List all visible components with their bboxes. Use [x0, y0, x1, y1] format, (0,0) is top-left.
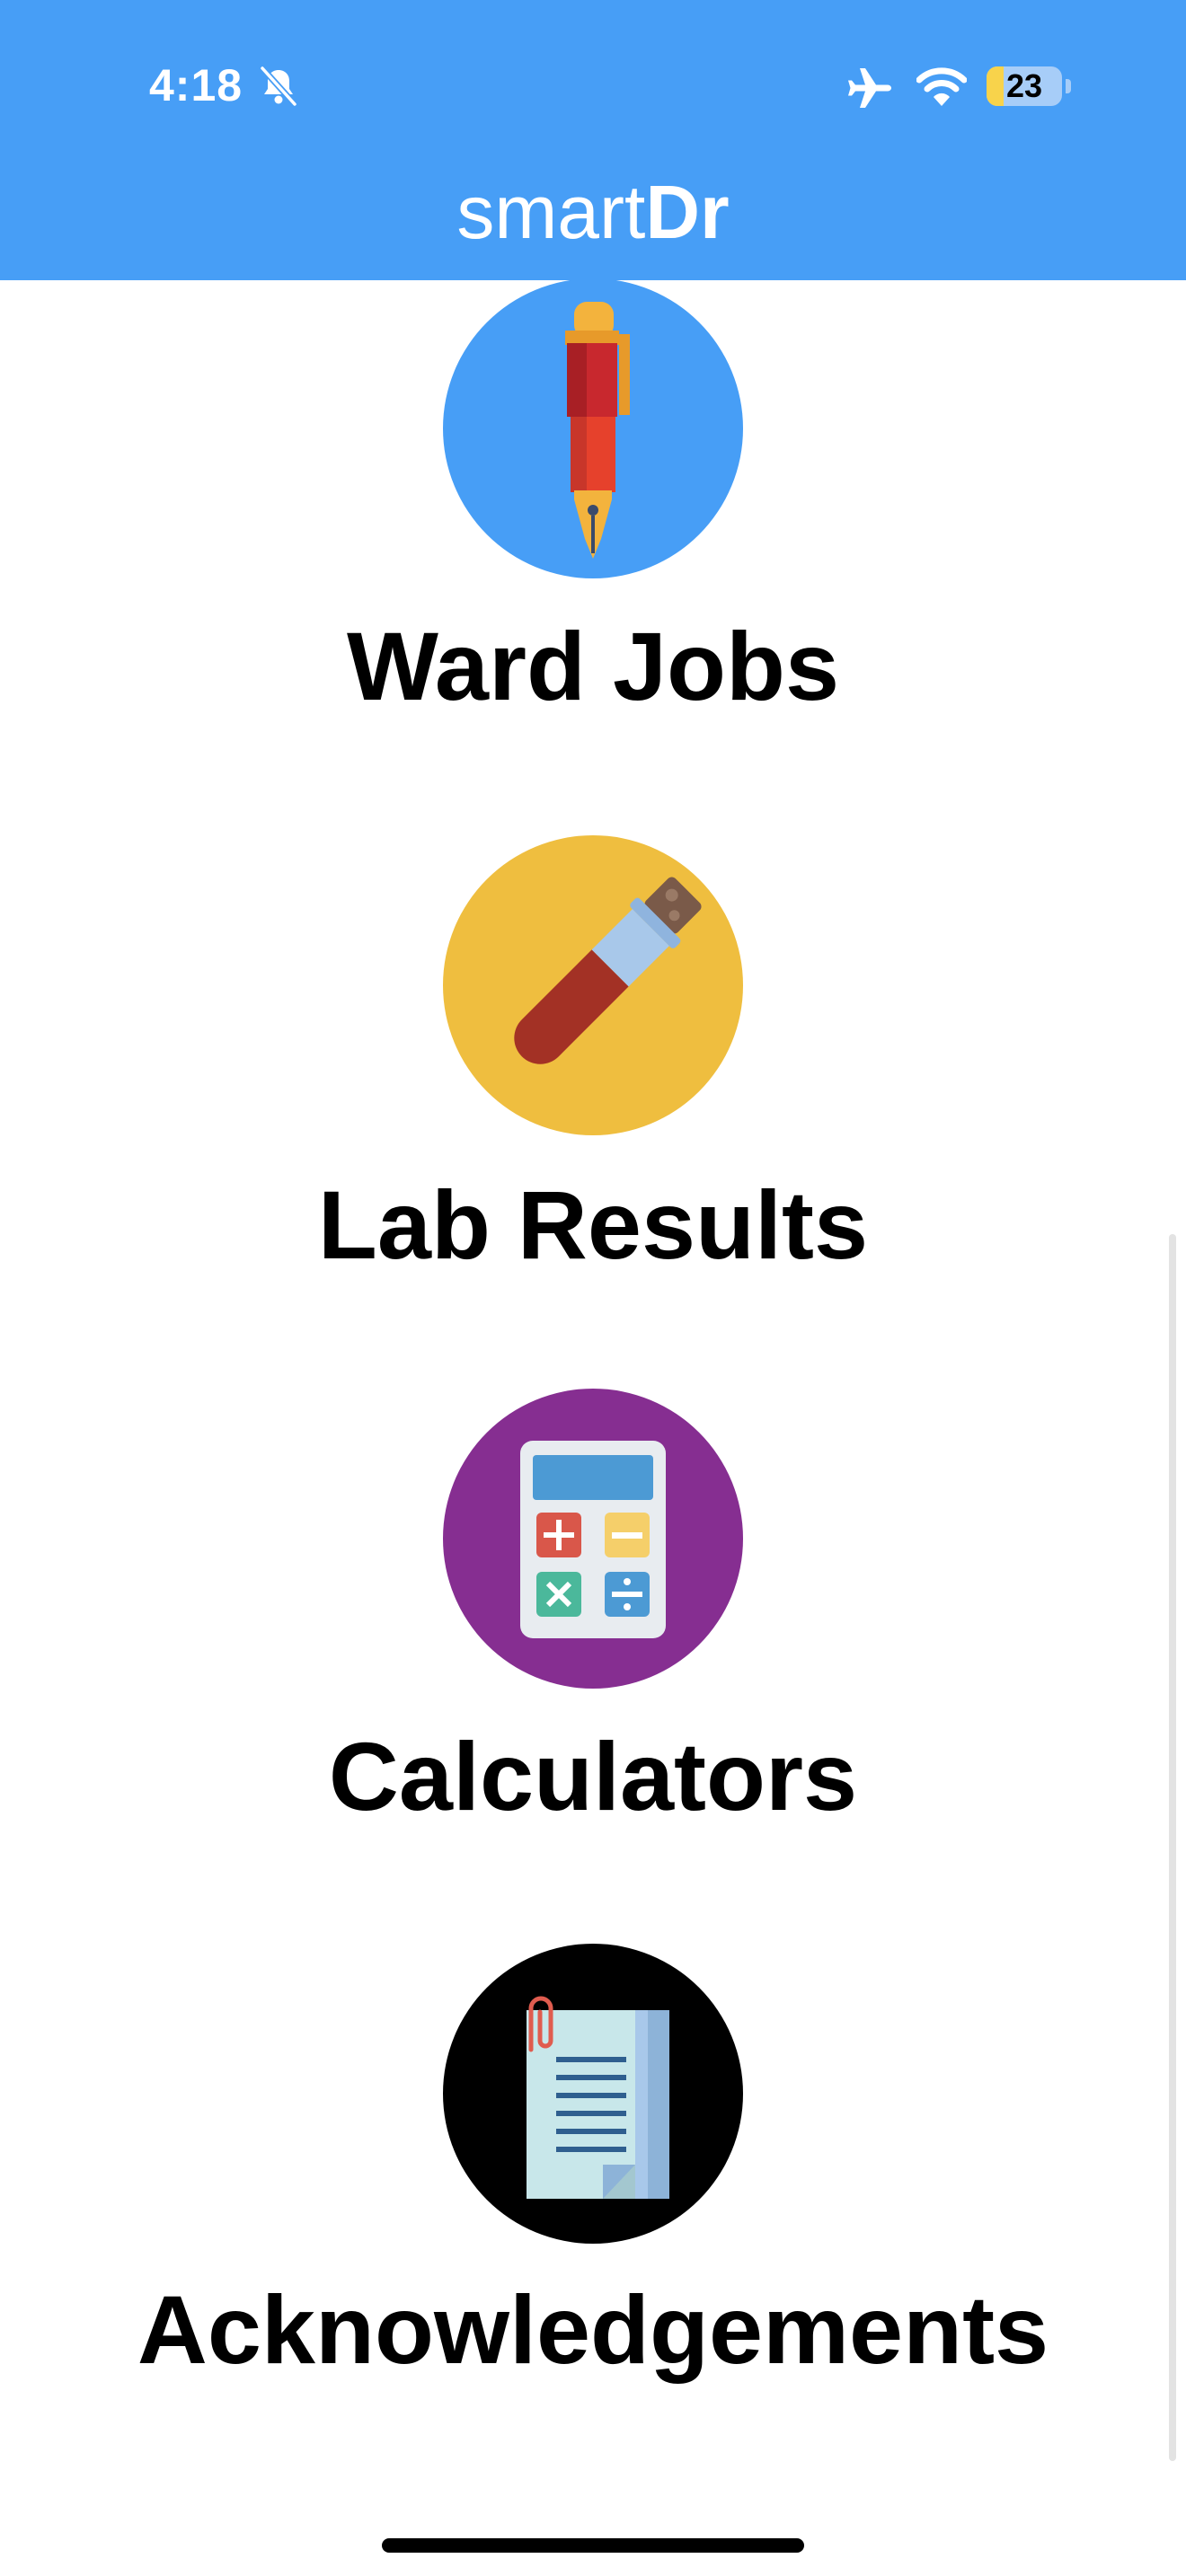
menu-label-lab-results: Lab Results — [317, 1170, 869, 1279]
status-time: 4:18 — [149, 60, 243, 110]
calculator-icon — [520, 1441, 666, 1638]
battery-cap — [1066, 79, 1071, 93]
test-tube-icon — [514, 877, 702, 1064]
app-header: 4:18 23 smartDr — [0, 0, 1186, 280]
calculators-icon-circle — [443, 1389, 743, 1689]
fountain-pen-icon — [565, 302, 630, 559]
scrollbar[interactable] — [1169, 1234, 1176, 2461]
menu-label-calculators: Calculators — [328, 1722, 858, 1831]
notepad-icon — [525, 1996, 669, 2199]
menu-item-lab-results[interactable]: Lab Results — [0, 835, 1186, 1302]
ward-jobs-icon-circle — [443, 280, 743, 578]
menu-label-acknowledgements: Acknowledgements — [137, 2275, 1049, 2384]
menu-item-ward-jobs[interactable]: Ward Jobs — [0, 280, 1186, 745]
lab-results-icon-circle — [443, 835, 743, 1135]
airplane-icon — [848, 68, 891, 108]
main-menu[interactable]: Ward Jobs Lab Results Calculators Acknow… — [0, 280, 1186, 2576]
menu-item-calculators[interactable]: Calculators — [0, 1389, 1186, 1856]
app-title-smart: smart — [456, 170, 646, 254]
acknowledgements-icon-circle — [443, 1944, 743, 2244]
bell-slash-icon — [260, 66, 297, 107]
wifi-icon — [916, 67, 967, 106]
menu-label-ward-jobs: Ward Jobs — [346, 612, 840, 720]
app-title: smartDr — [0, 167, 1186, 257]
battery-icon: 23 — [987, 66, 1062, 106]
menu-item-acknowledgements[interactable]: Acknowledgements — [0, 1944, 1186, 2411]
home-indicator[interactable] — [382, 2538, 804, 2553]
app-title-dr: Dr — [645, 170, 730, 254]
battery-percentage: 23 — [1005, 67, 1043, 104]
